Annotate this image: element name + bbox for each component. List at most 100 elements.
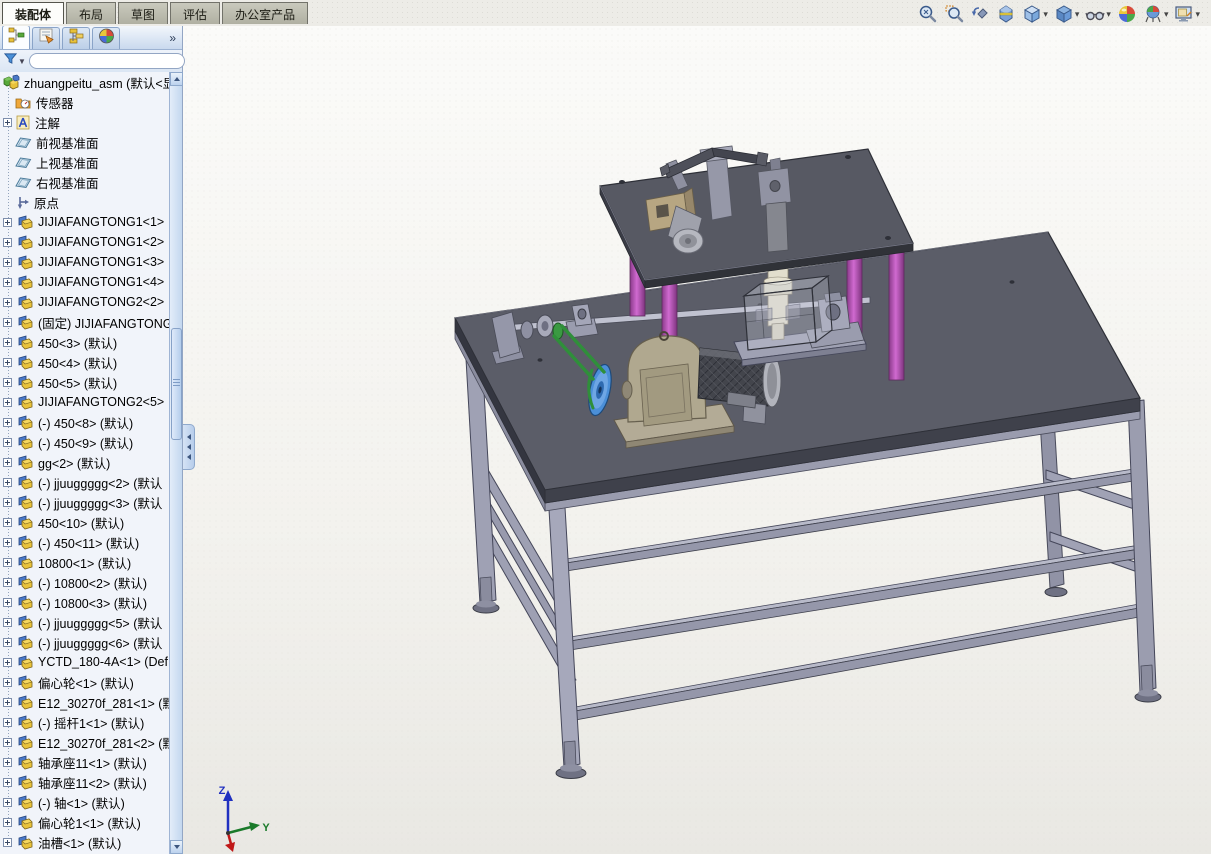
panel-collapse-tab[interactable] bbox=[183, 424, 195, 470]
displaymanager-tab[interactable] bbox=[92, 27, 120, 49]
tree-item-12[interactable]: 450<3> (默认) bbox=[0, 332, 170, 352]
tree-item-20[interactable]: (-) jjuuggggg<3> (默认 bbox=[0, 492, 170, 512]
tree-item-6[interactable]: JIJIAFANGTONG1<1> bbox=[0, 212, 170, 232]
tree-item-7[interactable]: JIJIAFANGTONG1<2> bbox=[0, 232, 170, 252]
configurationmanager-tab[interactable] bbox=[62, 27, 90, 49]
expand-icon[interactable] bbox=[3, 597, 12, 607]
expand-icon[interactable] bbox=[3, 577, 12, 587]
tree-item-25[interactable]: (-) 10800<3> (默认) bbox=[0, 592, 170, 612]
expand-icon[interactable] bbox=[3, 257, 12, 267]
command-tab-2[interactable]: 草图 bbox=[118, 2, 169, 24]
tree-item-21[interactable]: 450<10> (默认) bbox=[0, 512, 170, 532]
expand-icon[interactable] bbox=[3, 837, 12, 847]
expand-icon[interactable] bbox=[3, 517, 12, 527]
tree-item-5[interactable]: 原点 bbox=[0, 192, 170, 212]
featuremanager-tab[interactable] bbox=[2, 25, 30, 49]
tree-item-28[interactable]: YCTD_180-4A<1> (Def bbox=[0, 652, 170, 672]
tree-item-26[interactable]: (-) jjuuggggg<5> (默认 bbox=[0, 612, 170, 632]
tree-filter-input[interactable] bbox=[28, 53, 185, 69]
expand-icon[interactable] bbox=[3, 217, 12, 227]
expand-icon[interactable] bbox=[3, 417, 12, 427]
tree-item-23[interactable]: 10800<1> (默认) bbox=[0, 552, 170, 572]
display-style-button[interactable]: ▾ bbox=[1053, 3, 1081, 25]
tree-item-10[interactable]: JIJIAFANGTONG2<2> bbox=[0, 292, 170, 312]
view-orientation-button[interactable]: ▾ bbox=[1021, 3, 1049, 25]
expand-icon[interactable] bbox=[3, 697, 12, 707]
tree-item-15[interactable]: JIJIAFANGTONG2<5> bbox=[0, 392, 170, 412]
tree-item-33[interactable]: 轴承座11<1> (默认) bbox=[0, 752, 170, 772]
tree-item-14[interactable]: 450<5> (默认) bbox=[0, 372, 170, 392]
dropdown-arrow-icon[interactable]: ▾ bbox=[1164, 9, 1169, 20]
expand-icon[interactable] bbox=[3, 617, 12, 627]
expand-icon[interactable] bbox=[3, 677, 12, 687]
dropdown-arrow-icon[interactable]: ▾ bbox=[1043, 9, 1048, 20]
tree-item-35[interactable]: (-) 轴<1> (默认) bbox=[0, 792, 170, 812]
view-settings-button[interactable]: ▾ bbox=[1173, 3, 1201, 25]
tabletop[interactable] bbox=[454, 231, 1141, 512]
tree-item-8[interactable]: JIJIAFANGTONG1<3> bbox=[0, 252, 170, 272]
tree-item-27[interactable]: (-) jjuuggggg<6> (默认 bbox=[0, 632, 170, 652]
tree-item-34[interactable]: 轴承座11<2> (默认) bbox=[0, 772, 170, 792]
filter-dropdown-icon[interactable]: ▼ bbox=[18, 57, 26, 66]
expand-icon[interactable] bbox=[3, 117, 12, 127]
command-tab-3[interactable]: 评估 bbox=[170, 2, 221, 24]
tree-item-13[interactable]: 450<4> (默认) bbox=[0, 352, 170, 372]
expand-icon[interactable] bbox=[3, 377, 12, 387]
expand-icon[interactable] bbox=[3, 237, 12, 247]
section-view-button[interactable] bbox=[995, 3, 1017, 25]
expand-icon[interactable] bbox=[3, 557, 12, 567]
tree-item-30[interactable]: E12_30270f_281<1> (默 bbox=[0, 692, 170, 712]
expand-icon[interactable] bbox=[3, 657, 12, 667]
hide-show-items-button[interactable]: ▾ bbox=[1084, 3, 1112, 25]
tree-scrollbar[interactable] bbox=[169, 72, 183, 854]
scrollbar-thumb[interactable] bbox=[171, 328, 182, 440]
expand-icon[interactable] bbox=[3, 637, 12, 647]
tree-item-19[interactable]: (-) jjuuggggg<2> (默认 bbox=[0, 472, 170, 492]
tree-item-9[interactable]: JIJIAFANGTONG1<4> bbox=[0, 272, 170, 292]
tree-item-0[interactable]: 传感器 bbox=[0, 92, 170, 112]
tree-item-37[interactable]: 油槽<1> (默认) bbox=[0, 832, 170, 852]
command-tab-0[interactable]: 装配体 bbox=[2, 2, 65, 24]
filter-funnel-icon[interactable] bbox=[3, 52, 18, 70]
expand-icon[interactable] bbox=[3, 737, 12, 747]
tree-item-31[interactable]: (-) 摇杆1<1> (默认) bbox=[0, 712, 170, 732]
expand-icon[interactable] bbox=[3, 717, 12, 727]
scrollbar-up-icon[interactable] bbox=[170, 72, 183, 86]
edit-appearance-button[interactable] bbox=[1116, 3, 1138, 25]
tree-item-18[interactable]: gg<2> (默认) bbox=[0, 452, 170, 472]
expand-icon[interactable] bbox=[3, 497, 12, 507]
tree-item-24[interactable]: (-) 10800<2> (默认) bbox=[0, 572, 170, 592]
expand-icon[interactable] bbox=[3, 817, 12, 827]
expand-icon[interactable] bbox=[3, 317, 12, 327]
expand-icon[interactable] bbox=[3, 337, 12, 347]
tree-root[interactable]: zhuangpeitu_asm (默认<显 bbox=[0, 72, 170, 92]
tree-item-36[interactable]: 偏心轮1<1> (默认) bbox=[0, 812, 170, 832]
zoom-to-fit-button[interactable] bbox=[917, 3, 939, 25]
propertymanager-tab[interactable] bbox=[32, 27, 60, 49]
tree-item-2[interactable]: 前视基准面 bbox=[0, 132, 170, 152]
dropdown-arrow-icon[interactable]: ▾ bbox=[1195, 9, 1200, 20]
zoom-to-area-button[interactable] bbox=[943, 3, 965, 25]
command-tab-1[interactable]: 布局 bbox=[66, 2, 117, 24]
tree-item-32[interactable]: E12_30270f_281<2> (默 bbox=[0, 732, 170, 752]
expand-icon[interactable] bbox=[3, 397, 12, 407]
command-tab-4[interactable]: 办公室产品 bbox=[222, 2, 309, 24]
expand-icon[interactable] bbox=[3, 797, 12, 807]
apply-scene-button[interactable]: ▾ bbox=[1142, 3, 1170, 25]
tree-item-11[interactable]: (固定) JIJIAFANGTONG bbox=[0, 312, 170, 332]
expand-icon[interactable] bbox=[3, 777, 12, 787]
expand-icon[interactable] bbox=[3, 437, 12, 447]
tree-item-3[interactable]: 上视基准面 bbox=[0, 152, 170, 172]
tree-item-29[interactable]: 偏心轮<1> (默认) bbox=[0, 672, 170, 692]
tree-item-1[interactable]: 注解 bbox=[0, 112, 170, 132]
tree-item-17[interactable]: (-) 450<9> (默认) bbox=[0, 432, 170, 452]
panel-tabs-overflow-chevron[interactable]: » bbox=[169, 31, 176, 45]
expand-icon[interactable] bbox=[3, 537, 12, 547]
scrollbar-down-icon[interactable] bbox=[170, 840, 183, 854]
expand-icon[interactable] bbox=[3, 277, 12, 287]
expand-icon[interactable] bbox=[3, 357, 12, 367]
dropdown-arrow-icon[interactable]: ▾ bbox=[1075, 9, 1080, 20]
expand-icon[interactable] bbox=[3, 457, 12, 467]
previous-view-button[interactable] bbox=[969, 3, 991, 25]
tree-item-16[interactable]: (-) 450<8> (默认) bbox=[0, 412, 170, 432]
